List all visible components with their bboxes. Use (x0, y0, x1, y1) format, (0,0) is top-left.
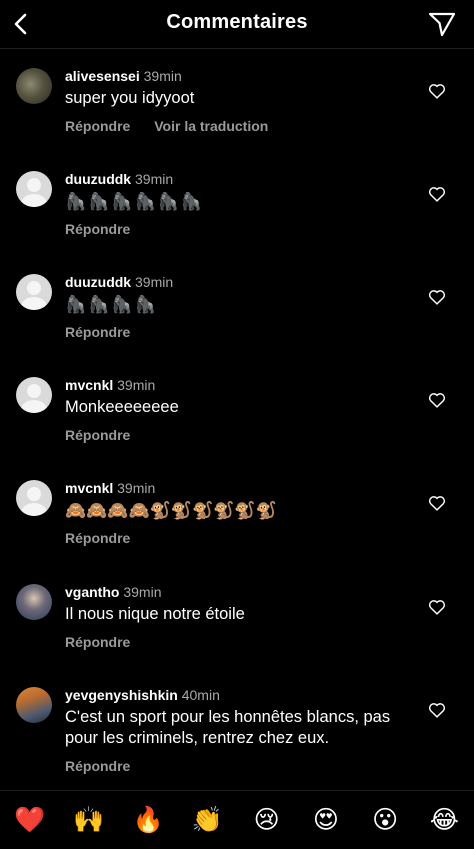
comment-time: 39min (117, 480, 156, 496)
comment-actions: Répondre (65, 221, 150, 237)
comment-username[interactable]: yevgenyshishkin (65, 687, 178, 703)
comment-time: 39min (117, 377, 156, 393)
comment-time: 39min (135, 274, 174, 290)
comment-text: 🦍🦍🦍🦍 (65, 295, 158, 314)
comment-time: 39min (135, 171, 174, 187)
heart-icon[interactable] (428, 186, 446, 202)
comment-time: 39min (143, 68, 182, 84)
avatar[interactable] (16, 687, 52, 723)
reply-button[interactable]: Répondre (65, 530, 130, 546)
comment-text: Monkeeeeeeee (65, 398, 179, 416)
reply-button[interactable]: Répondre (65, 324, 130, 340)
comment-username[interactable]: duuzuddk (65, 171, 131, 187)
tears-of-joy-emoji-button[interactable]: 😂 (424, 805, 464, 835)
comment-actions: Répondre (65, 427, 150, 443)
comment-text: C'est un sport pour les honnêtes blancs,… (65, 708, 391, 747)
default-avatar-icon[interactable] (16, 377, 52, 413)
comment-actions: Répondre (65, 530, 150, 546)
reply-button[interactable]: Répondre (65, 427, 130, 443)
raising-hands-emoji-button[interactable]: 🙌 (69, 805, 109, 835)
heart-icon[interactable] (428, 83, 446, 99)
comment-header: vgantho 39min (65, 584, 161, 600)
quick-reactions-bar: ❤️ 🙌 🔥 👏 😢 😍 😮 😂 (0, 790, 474, 849)
crying-face-emoji-button[interactable]: 😢 (247, 805, 287, 835)
fire-emoji-button[interactable]: 🔥 (128, 805, 168, 835)
reply-button[interactable]: Répondre (65, 221, 130, 237)
comment-actions: Répondre Voir la traduction (65, 118, 288, 134)
comment-actions: Répondre (65, 324, 150, 340)
comment-username[interactable]: duuzuddk (65, 274, 131, 290)
heart-icon[interactable] (428, 599, 446, 615)
avatar[interactable] (16, 584, 52, 620)
comment-time: 39min (123, 584, 162, 600)
comment-text: 🦍🦍🦍🦍🦍🦍 (65, 192, 205, 211)
comment-time: 40min (181, 687, 220, 703)
avatar[interactable] (16, 68, 52, 104)
surprised-face-emoji-button[interactable]: 😮 (365, 805, 405, 835)
comment-header: mvcnkl 39min (65, 377, 155, 393)
translate-button[interactable]: Voir la traduction (154, 118, 268, 134)
reply-button[interactable]: Répondre (65, 758, 130, 774)
red-heart-emoji-button[interactable]: ❤️ (10, 805, 50, 835)
comment-actions: Répondre (65, 758, 150, 774)
default-avatar-icon[interactable] (16, 171, 52, 207)
comment-header: yevgenyshishkin 40min (65, 687, 220, 703)
default-avatar-icon[interactable] (16, 274, 52, 310)
comment-text: 🙈🙈🙈🙈🐒🐒🐒🐒🐒🐒 (65, 501, 277, 520)
comment-username[interactable]: alivesensei (65, 68, 140, 84)
header-bar: Commentaires (0, 0, 474, 49)
comment-username[interactable]: vgantho (65, 584, 119, 600)
reply-button[interactable]: Répondre (65, 118, 130, 134)
comment-actions: Répondre (65, 634, 150, 650)
heart-icon[interactable] (428, 702, 446, 718)
comment-username[interactable]: mvcnkl (65, 480, 113, 496)
heart-icon[interactable] (428, 289, 446, 305)
comment-text: super you idyyoot (65, 89, 195, 107)
comment-username[interactable]: mvcnkl (65, 377, 113, 393)
comment-header: alivesensei 39min (65, 68, 182, 84)
default-avatar-icon[interactable] (16, 480, 52, 516)
page-title: Commentaires (166, 11, 308, 33)
comment-header: mvcnkl 39min (65, 480, 155, 496)
clapping-hands-emoji-button[interactable]: 👏 (187, 805, 227, 835)
heart-icon[interactable] (428, 392, 446, 408)
comment-text: Il nous nique notre étoile (65, 605, 245, 623)
comment-header: duuzuddk 39min (65, 171, 173, 187)
heart-eyes-emoji-button[interactable]: 😍 (306, 805, 346, 835)
comment-header: duuzuddk 39min (65, 274, 173, 290)
heart-icon[interactable] (428, 495, 446, 511)
reply-button[interactable]: Répondre (65, 634, 130, 650)
send-icon[interactable] (428, 11, 456, 37)
